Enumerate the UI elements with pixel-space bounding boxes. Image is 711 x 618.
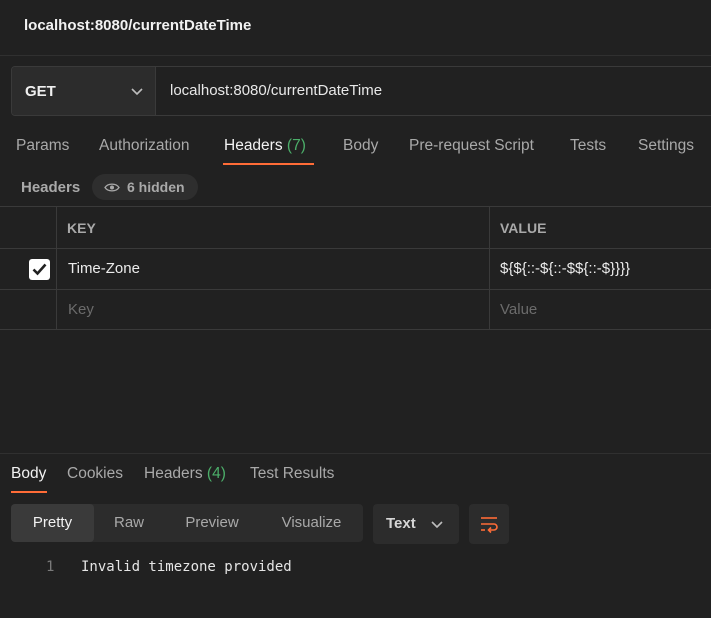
new-key-input[interactable]: Key bbox=[57, 290, 490, 329]
chevron-down-icon bbox=[431, 521, 443, 529]
method-select[interactable]: GET bbox=[12, 67, 156, 115]
response-tab-cookies[interactable]: Cookies bbox=[67, 465, 123, 483]
new-header-row: Key Value bbox=[0, 289, 711, 330]
response-tab-headers[interactable]: Headers (4) bbox=[144, 465, 226, 483]
tab-params[interactable]: Params bbox=[16, 137, 69, 155]
header-key-cell: KEY bbox=[57, 207, 490, 248]
hidden-headers-toggle[interactable]: 6 hidden bbox=[92, 174, 198, 200]
response-tabs: Body Cookies Headers (4) Test Results bbox=[0, 460, 711, 496]
response-tab-headers-label: Headers bbox=[144, 465, 203, 482]
row-key-cell[interactable]: Time-Zone bbox=[57, 249, 490, 289]
line-number: 1 bbox=[46, 559, 55, 575]
new-row-check-cell bbox=[0, 290, 57, 329]
response-tab-body[interactable]: Body bbox=[11, 465, 46, 483]
row-value-cell[interactable]: ${${::-${::-$${::-$}}}} bbox=[490, 249, 711, 289]
tab-body[interactable]: Body bbox=[343, 137, 378, 155]
wrap-lines-button[interactable] bbox=[469, 504, 509, 544]
header-key: Time-Zone bbox=[68, 260, 140, 277]
header-value-cell: VALUE bbox=[490, 207, 711, 248]
tab-settings[interactable]: Settings bbox=[638, 137, 694, 155]
method-label: GET bbox=[25, 83, 56, 100]
request-title-bar: localhost:8080/currentDateTime bbox=[0, 0, 711, 56]
active-tab-indicator bbox=[223, 163, 314, 165]
checkmark-icon bbox=[32, 263, 47, 276]
tab-headers[interactable]: Headers (7) bbox=[224, 137, 306, 155]
header-check-cell bbox=[0, 207, 57, 248]
format-select[interactable]: Text bbox=[373, 504, 459, 544]
chevron-down-icon bbox=[131, 88, 143, 96]
request-title[interactable]: localhost:8080/currentDateTime bbox=[24, 17, 251, 34]
row-enabled-checkbox[interactable] bbox=[29, 259, 50, 280]
view-mode-selector: Pretty Raw Preview Visualize bbox=[11, 504, 363, 542]
table-header-row: KEY VALUE bbox=[0, 206, 711, 248]
request-tabs: Params Authorization Headers (7) Body Pr… bbox=[0, 130, 711, 166]
tab-authorization[interactable]: Authorization bbox=[99, 137, 189, 155]
view-preview-button[interactable]: Preview bbox=[164, 504, 260, 542]
view-pretty-button[interactable]: Pretty bbox=[11, 504, 94, 542]
response-body-text: Invalid timezone provided bbox=[81, 559, 292, 575]
wrap-lines-icon bbox=[481, 517, 498, 534]
eye-icon bbox=[104, 183, 120, 192]
column-key-label: KEY bbox=[67, 220, 96, 236]
headers-subheader: Headers 6 hidden bbox=[0, 170, 711, 206]
column-value-label: VALUE bbox=[500, 220, 547, 236]
header-value: ${${::-${::-$${::-$}}}} bbox=[500, 260, 631, 277]
tab-tests[interactable]: Tests bbox=[570, 137, 606, 155]
active-response-tab-indicator bbox=[11, 491, 47, 493]
view-raw-button[interactable]: Raw bbox=[94, 504, 164, 542]
response-divider[interactable] bbox=[0, 453, 711, 454]
tab-pre-request-script[interactable]: Pre-request Script bbox=[409, 137, 534, 155]
value-placeholder: Value bbox=[500, 301, 538, 318]
response-tab-test-results[interactable]: Test Results bbox=[250, 465, 334, 483]
format-select-value: Text bbox=[386, 515, 416, 532]
tab-headers-count: (7) bbox=[286, 137, 306, 154]
table-row: Time-Zone ${${::-${::-$${::-$}}}} bbox=[0, 248, 711, 289]
tab-headers-label: Headers bbox=[224, 137, 283, 154]
hidden-headers-count: 6 hidden bbox=[127, 179, 185, 195]
key-placeholder: Key bbox=[68, 301, 94, 318]
new-value-input[interactable]: Value bbox=[490, 290, 711, 329]
headers-section-label: Headers bbox=[21, 179, 81, 196]
response-tab-headers-count: (4) bbox=[206, 465, 226, 482]
view-visualize-button[interactable]: Visualize bbox=[260, 504, 363, 542]
row-check-cell bbox=[0, 249, 57, 289]
url-input[interactable]: localhost:8080/currentDateTime bbox=[170, 82, 382, 99]
response-body-editor[interactable]: 1 Invalid timezone provided bbox=[0, 556, 711, 580]
url-bar: GET localhost:8080/currentDateTime bbox=[11, 66, 711, 116]
